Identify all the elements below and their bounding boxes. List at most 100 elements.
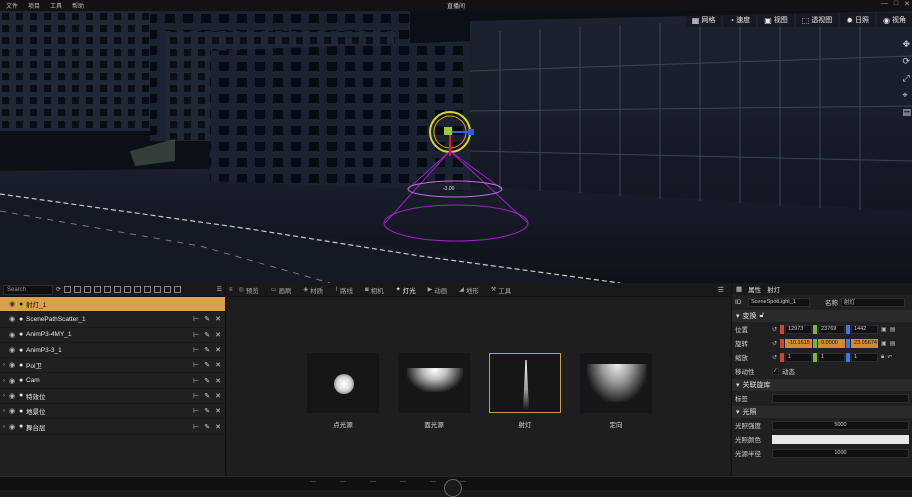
keyframe-section[interactable]: ▾ 关联旋库 bbox=[732, 379, 912, 391]
align-icon[interactable]: ⊢ bbox=[193, 315, 199, 323]
grid-button[interactable]: ▦ 网格 bbox=[685, 13, 722, 27]
light-card-area[interactable]: 面光源 bbox=[398, 353, 470, 429]
position-x-field[interactable]: 12973 bbox=[785, 324, 813, 334]
align-icon[interactable]: ⊢ bbox=[193, 377, 199, 385]
folder-icon[interactable] bbox=[94, 286, 102, 293]
reset-icon[interactable]: ↺ bbox=[772, 326, 777, 333]
menu-file[interactable]: 文件 bbox=[3, 1, 25, 10]
tag-field[interactable] bbox=[772, 393, 909, 403]
rotation-y-field[interactable]: 0.0000 bbox=[818, 338, 846, 348]
undo-icon[interactable]: ↶ bbox=[887, 354, 892, 361]
camera-view-button[interactable]: ◉ 视角 bbox=[877, 13, 912, 27]
align-icon[interactable]: ⊢ bbox=[193, 392, 199, 400]
name-field[interactable]: 射灯 bbox=[841, 297, 905, 307]
copy-icon[interactable] bbox=[124, 286, 132, 293]
image-filter-icon[interactable] bbox=[144, 286, 152, 293]
speed-button[interactable]: ◔ 速度 bbox=[723, 13, 757, 27]
app-logo-icon[interactable] bbox=[444, 479, 462, 497]
edit-icon[interactable]: ✎ bbox=[204, 315, 210, 323]
position-z-field[interactable]: 1442 bbox=[851, 324, 879, 334]
delete-icon[interactable]: ✕ bbox=[215, 361, 221, 369]
delete-icon[interactable]: ✕ bbox=[215, 331, 221, 339]
light-section[interactable]: ▾ 光照 bbox=[732, 406, 912, 418]
asset-tab[interactable]: ◎ 预览 bbox=[233, 283, 265, 297]
edit-icon[interactable]: ✎ bbox=[204, 377, 210, 385]
paste-icon[interactable]: ▤ bbox=[890, 340, 896, 347]
reset-icon[interactable]: ↺ bbox=[772, 340, 777, 347]
dock-item[interactable]: — bbox=[370, 479, 376, 485]
visibility-eye-icon[interactable]: ◉ bbox=[9, 346, 19, 354]
asset-tab[interactable]: ⚒ 工具 bbox=[485, 283, 517, 297]
color-swatch[interactable] bbox=[772, 434, 909, 444]
delete-icon[interactable]: ✕ bbox=[215, 423, 221, 431]
close-button[interactable]: ✕ bbox=[904, 0, 910, 8]
audio-filter-icon[interactable] bbox=[164, 286, 172, 293]
perspective-button[interactable]: ⬚ 透视图 bbox=[795, 13, 839, 27]
light-card-point[interactable]: 点光源 bbox=[307, 353, 379, 429]
asset-tab[interactable]: ⌇ 路线 bbox=[329, 283, 359, 297]
delete-icon[interactable]: ✕ bbox=[215, 407, 221, 415]
align-icon[interactable]: ⊢ bbox=[193, 423, 199, 431]
transform-section[interactable]: ▾ 变换 🔓︎ bbox=[732, 310, 912, 322]
copy-icon[interactable]: ▣ bbox=[881, 326, 887, 333]
scale-tool-icon[interactable]: ⤢ bbox=[902, 73, 911, 84]
mesh-filter-icon[interactable] bbox=[114, 286, 122, 293]
light-filter-icon[interactable] bbox=[104, 286, 112, 293]
effect-filter-icon[interactable] bbox=[134, 286, 142, 293]
lock-icon[interactable]: 🔓︎ bbox=[760, 312, 765, 320]
edit-icon[interactable]: ✎ bbox=[204, 407, 210, 415]
visibility-eye-icon[interactable]: ◉ bbox=[9, 300, 19, 308]
scale-z-field[interactable]: 1 bbox=[851, 352, 879, 362]
id-field[interactable]: SceneSpotLight_1 bbox=[748, 297, 810, 307]
visibility-eye-icon[interactable]: ◉ bbox=[9, 331, 19, 339]
asset-tab[interactable]: ▶ 动画 bbox=[422, 283, 454, 297]
delete-icon[interactable]: ✕ bbox=[215, 315, 221, 323]
visibility-eye-icon[interactable]: ◉ bbox=[9, 423, 19, 431]
menu-project[interactable]: 项目 bbox=[25, 1, 47, 10]
position-y-field[interactable]: 23769 bbox=[818, 324, 846, 334]
outliner-row[interactable]: › ◉ ● 特效位 ⊢ ✎ ✕ bbox=[0, 389, 225, 405]
align-icon[interactable]: ⊢ bbox=[193, 331, 199, 339]
asset-tab[interactable]: ◙ 相机 bbox=[359, 283, 390, 297]
outliner-row[interactable]: › ◉ ● Cam ⊢ ✎ ✕ bbox=[0, 373, 225, 389]
text-filter-icon[interactable] bbox=[154, 286, 162, 293]
align-icon[interactable]: ⊢ bbox=[193, 361, 199, 369]
scale-y-field[interactable]: 1 bbox=[818, 352, 846, 362]
grid-view-icon[interactable] bbox=[64, 286, 72, 293]
dock-item[interactable]: — bbox=[340, 479, 346, 485]
edit-icon[interactable]: ✎ bbox=[204, 423, 210, 431]
scale-x-field[interactable]: 1 bbox=[785, 352, 813, 362]
layer-tool-icon[interactable]: ▤ bbox=[902, 107, 911, 118]
sun-button[interactable]: ✹ 日照 bbox=[840, 13, 876, 27]
light-card-spot[interactable]: 射灯 bbox=[489, 353, 561, 429]
maximize-button[interactable]: □ bbox=[894, 0, 898, 8]
outliner-row[interactable]: ◉ ● AnimP3-3_1 ⊢ ✎ ✕ bbox=[0, 343, 225, 359]
snap-tool-icon[interactable]: ⌖ bbox=[902, 90, 911, 101]
align-icon[interactable]: ⊢ bbox=[193, 407, 199, 415]
dock-item[interactable]: — bbox=[400, 479, 406, 485]
misc-filter-icon[interactable] bbox=[174, 286, 182, 293]
outliner-row[interactable]: › ◉ ● 舞台层 ⊢ ✎ ✕ bbox=[0, 419, 225, 435]
reset-icon[interactable]: ↺ bbox=[772, 354, 777, 361]
visibility-eye-icon[interactable]: ◉ bbox=[9, 361, 19, 369]
move-tool-icon[interactable]: ✥ bbox=[902, 39, 911, 50]
refresh-icon[interactable]: ⟳ bbox=[56, 286, 61, 293]
properties-tab[interactable]: 属性 bbox=[748, 284, 761, 294]
edit-icon[interactable]: ✎ bbox=[204, 346, 210, 354]
search-input[interactable]: Search bbox=[3, 284, 53, 295]
align-icon[interactable]: ⊢ bbox=[193, 346, 199, 354]
edit-icon[interactable]: ✎ bbox=[204, 361, 210, 369]
edit-icon[interactable]: ✎ bbox=[204, 331, 210, 339]
view-button[interactable]: ▣ 视图 bbox=[758, 13, 794, 27]
visibility-eye-icon[interactable]: ◉ bbox=[9, 407, 19, 415]
delete-icon[interactable]: ✕ bbox=[215, 392, 221, 400]
radius-field[interactable]: 1000 bbox=[772, 448, 909, 458]
rotation-z-field[interactable]: 23.05674 bbox=[851, 338, 879, 348]
asset-tab[interactable]: ✦ 灯光 bbox=[390, 283, 422, 297]
copy-icon[interactable]: ▣ bbox=[881, 340, 887, 347]
outliner-row[interactable]: › ◉ ● 地景位 ⊢ ✎ ✕ bbox=[0, 404, 225, 420]
outliner-row[interactable]: ◉ ● ScenePathScatter_1 ⊢ ✎ ✕ bbox=[0, 312, 225, 328]
visibility-eye-icon[interactable]: ◉ bbox=[9, 315, 19, 323]
asset-tab[interactable]: ▭ 画刷 bbox=[265, 283, 298, 297]
delete-icon[interactable]: ✕ bbox=[215, 346, 221, 354]
